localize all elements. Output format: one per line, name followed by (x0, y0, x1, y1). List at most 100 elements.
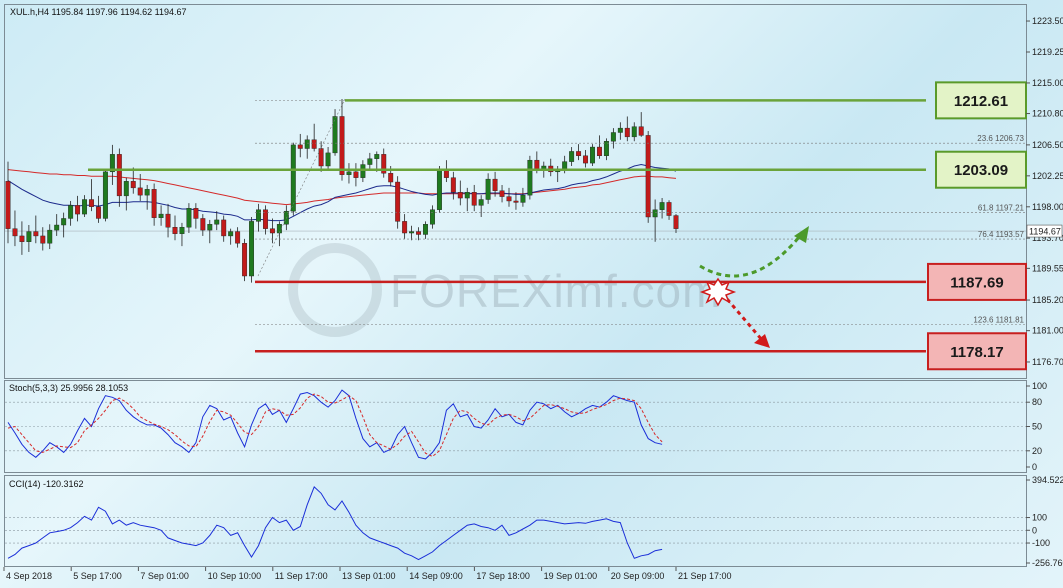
candle (353, 163, 359, 187)
candle (179, 222, 185, 247)
candle-body (179, 226, 185, 234)
stoch-panel: 100 80 50 20 0 (5, 381, 1047, 472)
candle (603, 138, 609, 161)
price-tick-label: 1223.50 (1032, 16, 1063, 26)
price-tick-label: 1215.00 (1032, 78, 1063, 88)
candle (666, 200, 672, 220)
candle (151, 183, 157, 226)
candle (130, 167, 136, 194)
candle-body (54, 224, 60, 231)
chart-canvas: FOREXimf.com 1212.61 1203.09 1187.69 1178.1… (3, 4, 1063, 581)
candle (26, 225, 32, 252)
candle-body (464, 192, 470, 199)
candle-body (186, 208, 192, 228)
candle-body (158, 213, 164, 218)
candle (221, 215, 227, 242)
candle-body (590, 146, 595, 164)
candle-body (102, 171, 108, 219)
stoch-tick-label: 50 (1032, 422, 1042, 432)
candle-body (631, 126, 637, 138)
price-tick-label: 1189.55 (1032, 263, 1063, 273)
candle (569, 147, 575, 167)
candle (137, 174, 143, 201)
candle-body (95, 206, 101, 219)
candle-body (221, 219, 227, 237)
candle (471, 184, 477, 212)
candle (332, 109, 338, 156)
candle (360, 160, 366, 183)
price-tick-label: 1219.25 (1032, 47, 1063, 57)
candle (576, 144, 582, 161)
candle-body (228, 231, 234, 237)
price-axis: 1223.50 1219.25 1215.00 1210.80 1206.50 1202.… (1026, 16, 1063, 367)
candle (318, 141, 324, 172)
candle (165, 203, 171, 238)
candle (290, 142, 296, 216)
candle (102, 168, 108, 222)
candle-body (353, 171, 359, 178)
price-tick-label: 1210.80 (1032, 109, 1063, 119)
candle-body (610, 132, 616, 142)
candle (443, 160, 449, 183)
fib-label: 61.8 1197.21 (978, 204, 1025, 213)
candle-body (12, 228, 18, 237)
candle (116, 148, 122, 207)
candle (262, 205, 268, 235)
candle-body (325, 152, 331, 167)
candle (109, 144, 115, 185)
stoch-tick-label: 20 (1032, 446, 1042, 456)
date-tick-label: 4 Sep 2018 (6, 571, 52, 581)
candle (89, 179, 94, 212)
candle (40, 227, 46, 251)
candle-body (520, 194, 526, 203)
candle-body (395, 181, 401, 222)
candle-body (666, 202, 672, 216)
level-label: 1178.17 (950, 344, 1003, 361)
cci-panel-frame (4, 475, 1027, 567)
candle-body (659, 202, 665, 210)
cci-line (7, 486, 663, 561)
candle (249, 216, 255, 283)
candle-body (416, 231, 422, 235)
candle (256, 203, 261, 232)
candle-body (242, 243, 248, 277)
candle-body (89, 199, 94, 207)
level-label: 1187.69 (950, 274, 1003, 291)
candle (158, 205, 164, 226)
candle (61, 212, 67, 238)
stoch-d-line (7, 393, 663, 458)
candle (659, 198, 665, 219)
trading-chart-window: FOREXimf.com 1212.61 1203.09 1187.69 1178.1… (0, 0, 1063, 588)
candle-body (436, 170, 442, 210)
candle (95, 195, 101, 223)
date-tick-label: 13 Sep 01:00 (342, 571, 396, 581)
price-tick-label: 1198.00 (1032, 202, 1063, 212)
candle-body (527, 159, 533, 196)
candle (339, 98, 345, 181)
candle-body (207, 224, 213, 231)
candle-body (61, 218, 67, 226)
candle-body (311, 139, 317, 149)
candle-body (68, 205, 74, 219)
candle-body (75, 205, 81, 215)
candle-body (151, 189, 157, 218)
candle-body (569, 151, 575, 162)
candle (325, 147, 331, 171)
candle (436, 166, 442, 213)
candle (346, 163, 352, 184)
candle (499, 184, 505, 203)
candle (54, 214, 60, 236)
cci-tick-label: 100 (1032, 513, 1047, 523)
candle-body (339, 116, 345, 175)
candle-body (457, 192, 463, 199)
candle-body (617, 127, 623, 133)
candle (478, 195, 484, 217)
candle (395, 176, 401, 229)
candle-body (499, 190, 505, 197)
candle (381, 148, 387, 178)
candle (269, 218, 275, 244)
date-tick-label: 20 Sep 09:00 (611, 571, 665, 581)
candle-body (33, 231, 39, 237)
candle-body (290, 144, 296, 212)
candle (12, 210, 18, 247)
